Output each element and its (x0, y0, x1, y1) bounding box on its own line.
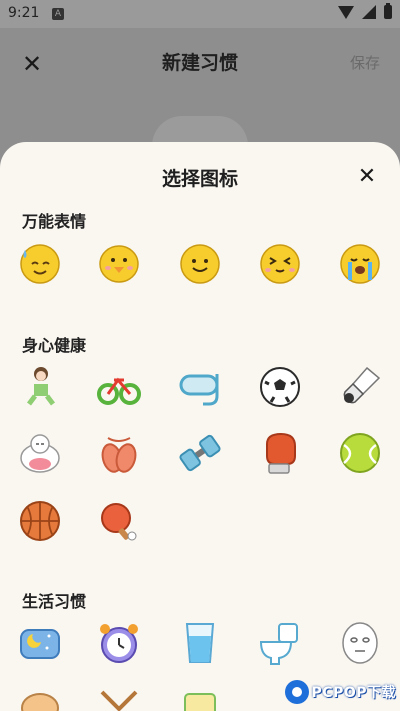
bicycle-icon[interactable] (96, 364, 142, 410)
toilet-icon[interactable] (257, 620, 303, 666)
watermark-text: PCPOP下载 (311, 685, 396, 701)
wifi-icon (338, 5, 354, 19)
close-icon[interactable]: ✕ (354, 164, 380, 190)
diving-mask-icon[interactable] (177, 364, 223, 410)
utensils-icon[interactable] (96, 688, 142, 711)
chick-face-icon[interactable] (96, 240, 142, 286)
save-button[interactable]: 保存 (350, 52, 380, 73)
ping-pong-paddle-icon[interactable] (96, 498, 142, 544)
water-glass-icon[interactable] (177, 620, 223, 666)
soccer-ball-icon[interactable] (257, 364, 303, 410)
boxing-glove-icon[interactable] (257, 430, 303, 476)
tennis-ball-icon[interactable] (337, 430, 383, 476)
status-indicators (338, 3, 392, 19)
alarm-clock-icon[interactable] (96, 620, 142, 666)
sweat-smile-face-icon[interactable] (17, 240, 63, 286)
badminton-shuttlecock-icon[interactable] (337, 364, 383, 410)
ballet-shoes-icon[interactable] (96, 430, 142, 476)
crying-face-icon[interactable] (337, 240, 383, 286)
watermark: PCPOP下载 (284, 677, 396, 707)
running-person-icon[interactable] (17, 364, 63, 410)
section-title-health: 身心健康 (22, 336, 87, 355)
basketball-icon[interactable] (17, 498, 63, 544)
watermark-logo-icon (284, 680, 309, 704)
page-header: ✕ 新建习惯 保存 (0, 28, 400, 176)
dumbbell-icon[interactable] (177, 430, 223, 476)
scale-icon[interactable] (177, 688, 223, 711)
battery-icon (384, 3, 392, 19)
signal-icon (362, 5, 376, 19)
sheet-title: 选择图标 (161, 168, 238, 190)
food-icon[interactable] (17, 688, 63, 711)
section-title-emoji: 万能表情 (22, 212, 87, 231)
notification-icon: A (52, 8, 64, 20)
section-title-life: 生活习惯 (22, 592, 87, 611)
meditation-icon[interactable] (17, 430, 63, 476)
smile-face-icon[interactable] (177, 240, 223, 286)
sleep-pillow-icon[interactable] (17, 620, 63, 666)
status-bar: 9:21 A (0, 0, 400, 28)
page-title: 新建习惯 (161, 52, 238, 74)
icon-picker-sheet: 选择图标 ✕ 万能表情 身心健康 生活习惯 (0, 142, 400, 711)
face-mask-icon[interactable] (337, 620, 383, 666)
status-time: 9:21 (8, 5, 40, 21)
squint-face-icon[interactable] (257, 240, 303, 286)
